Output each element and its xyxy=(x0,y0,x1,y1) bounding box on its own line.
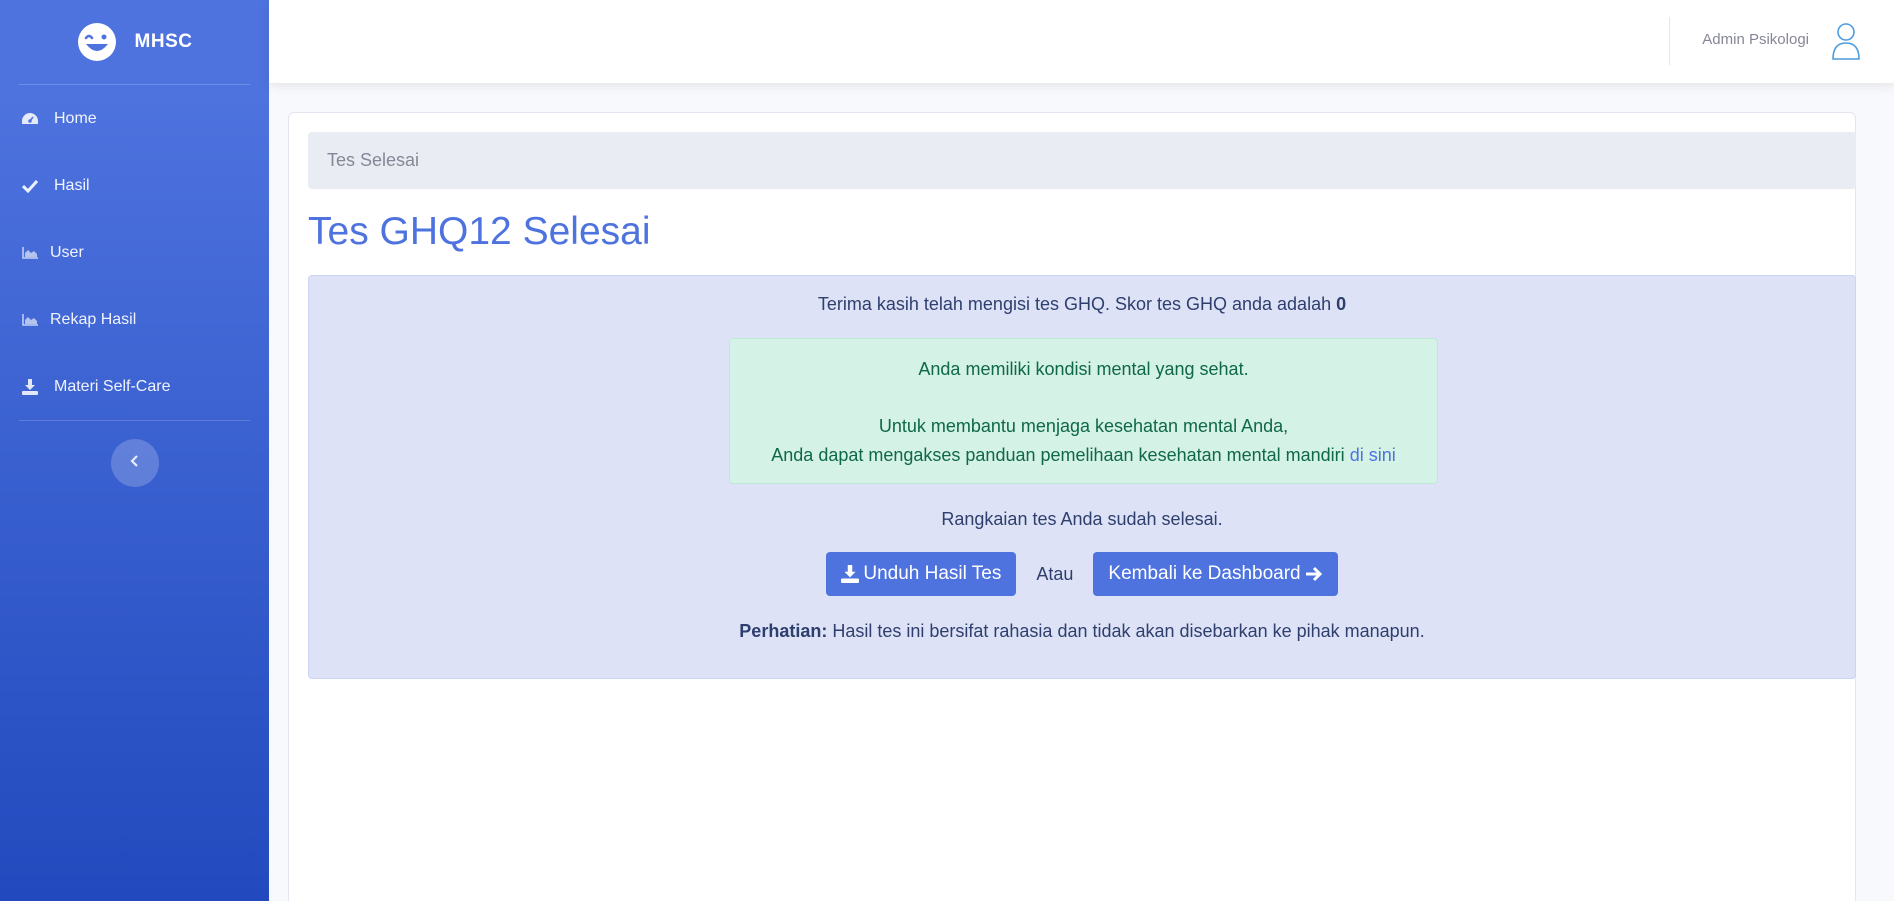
topbar-divider xyxy=(1669,17,1670,65)
page-title: Tes GHQ12 Selesai xyxy=(308,210,651,253)
success-alert: Anda memiliki kondisi mental yang sehat.… xyxy=(729,338,1438,484)
download-icon xyxy=(20,377,40,397)
download-icon xyxy=(841,565,860,583)
sidebar-item-rekap-hasil[interactable]: Rekap Hasil xyxy=(0,286,269,353)
result-panel: Terima kasih telah mengisi tes GHQ. Skor… xyxy=(308,275,1856,679)
sidebar-toggle-button[interactable] xyxy=(110,439,159,487)
alert-line-3-text: Anda dapat mengakses panduan pemelihaan … xyxy=(771,445,1345,465)
sidebar-item-hasil[interactable]: Hasil xyxy=(0,152,269,219)
score-label: Terima kasih telah mengisi tes GHQ. Skor… xyxy=(817,294,1332,314)
done-text: Rangkaian tes Anda sudah selesai. xyxy=(941,509,1223,529)
score-text: Terima kasih telah mengisi tes GHQ. Skor… xyxy=(309,294,1855,315)
self-care-guide-link[interactable]: di sini xyxy=(1350,445,1396,465)
user-name[interactable]: Admin Psikologi xyxy=(1702,31,1809,48)
back-to-dashboard-button[interactable]: Kembali ke Dashboard xyxy=(1093,552,1338,596)
score-value: 0 xyxy=(1336,294,1347,314)
topbar: Admin Psikologi xyxy=(269,0,1894,83)
sidebar-item-label: Hasil xyxy=(54,176,90,194)
sidebar-item-home[interactable]: Home xyxy=(0,85,269,152)
sidebar-item-label: Materi Self-Care xyxy=(54,377,171,395)
breadcrumb: Tes Selesai xyxy=(308,132,1856,189)
laugh-wink-icon xyxy=(77,22,117,62)
sidebar-divider xyxy=(19,420,250,421)
sidebar-item-user[interactable]: User xyxy=(0,219,269,286)
chart-area-icon xyxy=(20,310,40,330)
chart-area-icon xyxy=(20,243,40,263)
action-row: Unduh Hasil Tes Atau Kembali ke Dashboar… xyxy=(309,552,1855,596)
sidebar-item-label: User xyxy=(50,243,84,261)
check-icon xyxy=(20,176,40,196)
note-text: Hasil tes ini bersifat rahasia dan tidak… xyxy=(832,621,1425,641)
sidebar-item-label: Home xyxy=(54,109,97,127)
or-text: Atau xyxy=(1036,563,1074,584)
chevron-left-icon xyxy=(129,454,140,472)
confidentiality-note: Perhatian: Hasil tes ini bersifat rahasi… xyxy=(309,621,1855,642)
sidebar-item-materi-self-care[interactable]: Materi Self-Care xyxy=(0,353,269,420)
sidebar-brand[interactable]: MHSC xyxy=(0,0,269,84)
alert-line-2: Untuk membantu menjaga kesehatan mental … xyxy=(878,416,1289,436)
user-icon[interactable] xyxy=(1831,22,1861,60)
arrow-right-icon xyxy=(1305,566,1323,582)
download-button-label: Unduh Hasil Tes xyxy=(863,563,1002,584)
content-card: Tes Selesai Tes GHQ12 Selesai Terima kas… xyxy=(288,112,1856,901)
download-result-button[interactable]: Unduh Hasil Tes xyxy=(826,552,1017,596)
dashboard-button-label: Kembali ke Dashboard xyxy=(1108,563,1301,584)
sidebar: MHSC Home Hasil User Rekap Hasil Materi … xyxy=(0,0,269,901)
dashboard-icon xyxy=(20,109,40,129)
note-label: Perhatian: xyxy=(739,621,828,641)
brand-name: MHSC xyxy=(134,31,193,52)
alert-line-1: Anda memiliki kondisi mental yang sehat. xyxy=(918,359,1249,379)
alert-line-3: Anda dapat mengakses panduan pemelihaan … xyxy=(730,445,1437,466)
breadcrumb-item[interactable]: Tes Selesai xyxy=(327,150,419,171)
sidebar-item-label: Rekap Hasil xyxy=(50,310,137,328)
